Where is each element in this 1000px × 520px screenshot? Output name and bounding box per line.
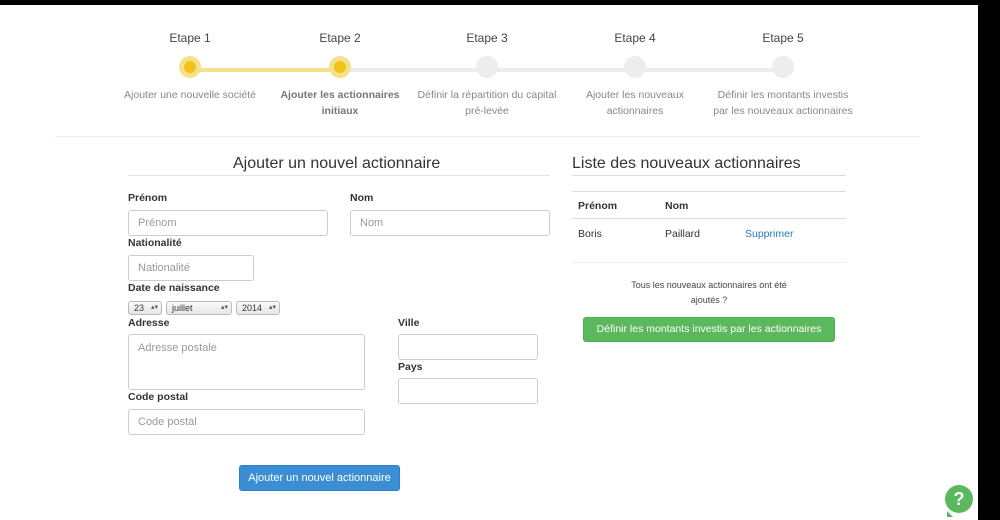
list-title: Liste des nouveaux actionnaires [572,155,801,172]
birth-day-select[interactable]: 23 ▴▾ [128,301,162,315]
pays-input[interactable] [398,378,538,404]
step-title: Etape 5 [762,31,804,45]
prenom-input[interactable] [128,210,328,236]
page: Etape 1 Ajouter une nouvelle société Eta… [0,5,978,520]
table-bottom-border [572,262,846,263]
column-header-prenom: Prénom [578,200,618,212]
completion-question: Tous les nouveaux actionnaires ont été a… [631,280,787,305]
nom-input[interactable] [350,210,550,236]
step-dot-icon [179,56,201,78]
help-question-icon[interactable]: ? [945,485,973,517]
divider [55,136,920,137]
select-arrow-icon: ▴▾ [268,304,276,311]
step-dot-icon [476,56,498,78]
ville-label: Ville [398,317,420,329]
nationalite-input[interactable] [128,255,254,281]
list-title-divider [572,175,846,176]
cell-prenom: Boris [578,228,602,240]
adresse-textarea[interactable] [128,334,365,390]
naissance-label: Date de naissance [128,282,220,294]
nom-label: Nom [350,192,374,204]
nationalite-label: Nationalité [128,237,182,249]
birth-year-select[interactable]: 2014 ▴▾ [236,301,280,315]
delete-link[interactable]: Supprimer [745,228,793,240]
table-header-border [572,218,846,219]
step-dot-icon [772,56,794,78]
step-dot-icon [624,56,646,78]
column-header-nom: Nom [665,200,689,212]
define-amounts-button[interactable]: Définir les montants investis par les ac… [583,317,835,342]
adresse-label: Adresse [128,317,170,329]
step-5[interactable]: Etape 5 Définir les montants investis pa… [693,30,873,119]
form-title: Ajouter un nouvel actionnaire [233,155,441,172]
step-description: Définir les montants investis par les no… [713,89,853,117]
step-dot-icon [329,56,351,78]
code-postal-input[interactable] [128,409,365,435]
cell-nom: Paillard [665,228,701,240]
select-arrow-icon: ▴▾ [220,304,228,311]
birth-month-select[interactable]: juillet ▴▾ [166,301,232,315]
ville-input[interactable] [398,334,538,360]
select-arrow-icon: ▴▾ [150,304,158,311]
table-top-border [572,191,846,192]
pays-label: Pays [398,361,423,373]
code-postal-label: Code postal [128,391,189,403]
prenom-label: Prénom [128,192,168,204]
form-title-divider [128,175,550,176]
add-shareholder-button[interactable]: Ajouter un nouvel actionnaire [239,465,400,491]
